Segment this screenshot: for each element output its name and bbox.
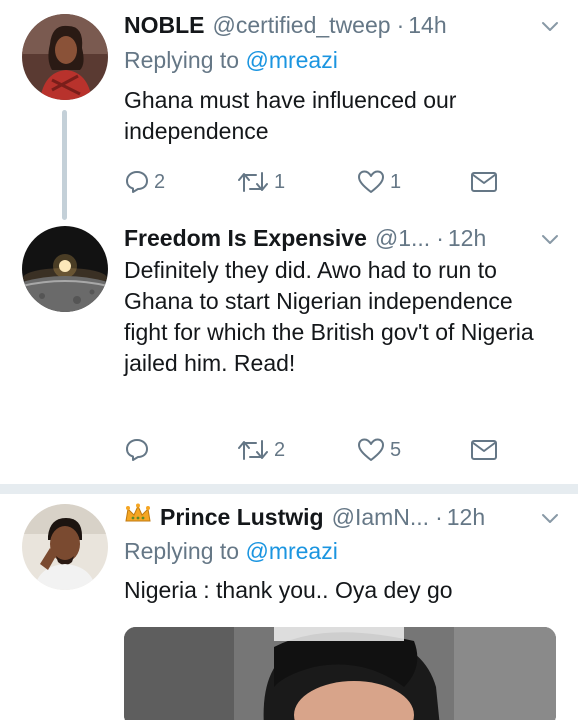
action-bar: 2 1 1 bbox=[124, 166, 504, 198]
replying-to: Replying to @mreazi bbox=[124, 538, 338, 565]
retweet-count: 1 bbox=[274, 170, 286, 193]
tweet-text: Nigeria : thank you.. Oya dey go bbox=[124, 577, 453, 603]
chevron-down-icon[interactable] bbox=[540, 508, 560, 528]
retweet-button[interactable]: 2 bbox=[236, 434, 285, 466]
reply-button[interactable] bbox=[124, 434, 150, 466]
tweet-text: Ghana must have influenced our independe… bbox=[124, 87, 457, 144]
thread-line bbox=[62, 110, 67, 220]
like-button[interactable]: 5 bbox=[356, 434, 401, 466]
user-handle[interactable]: @IamN... bbox=[332, 504, 429, 531]
like-icon bbox=[358, 170, 384, 193]
tweet-header: Prince Lustwig @IamN... · 12h bbox=[124, 500, 548, 534]
display-name[interactable]: Freedom Is Expensive bbox=[124, 225, 367, 252]
user-handle[interactable]: @1... bbox=[375, 225, 430, 252]
display-name[interactable]: NOBLE bbox=[124, 12, 205, 39]
tweet-header: NOBLE @certified_tweep · 14h bbox=[124, 8, 548, 42]
tweet-text: Definitely they did. Awo had to run to G… bbox=[124, 257, 534, 376]
timestamp[interactable]: 12h bbox=[448, 225, 486, 252]
crown-icon bbox=[124, 503, 152, 531]
display-name[interactable]: Prince Lustwig bbox=[160, 504, 324, 531]
mention-link[interactable]: @mreazi bbox=[245, 47, 337, 73]
replying-prefix: Replying to bbox=[124, 538, 240, 564]
avatar[interactable] bbox=[22, 504, 108, 590]
separator-dot: · bbox=[396, 11, 405, 38]
user-handle[interactable]: @certified_tweep bbox=[213, 12, 391, 39]
tweet-header: Freedom Is Expensive @1... · 12h bbox=[124, 221, 548, 255]
dm-icon bbox=[471, 172, 497, 192]
dm-button[interactable] bbox=[470, 434, 498, 466]
divider bbox=[0, 484, 578, 494]
avatar[interactable] bbox=[22, 226, 108, 312]
reply-icon bbox=[126, 439, 148, 461]
action-bar: 2 5 bbox=[124, 434, 504, 466]
dm-button[interactable] bbox=[470, 166, 498, 198]
avatar[interactable] bbox=[22, 14, 108, 100]
like-count: 1 bbox=[390, 170, 402, 193]
timestamp[interactable]: 12h bbox=[447, 504, 485, 531]
replying-prefix: Replying to bbox=[124, 47, 240, 73]
retweet-button[interactable]: 1 bbox=[236, 166, 285, 198]
replying-to: Replying to @mreazi bbox=[124, 47, 338, 74]
like-count: 5 bbox=[390, 438, 402, 461]
retweet-icon bbox=[238, 172, 268, 192]
retweet-count: 2 bbox=[274, 438, 286, 461]
chevron-down-icon[interactable] bbox=[540, 16, 560, 36]
separator-dot: · bbox=[435, 503, 443, 530]
media-image[interactable] bbox=[124, 627, 556, 720]
chevron-down-icon[interactable] bbox=[540, 229, 560, 249]
mention-link[interactable]: @mreazi bbox=[245, 538, 337, 564]
reply-button[interactable]: 2 bbox=[124, 166, 165, 198]
separator-dot: · bbox=[436, 224, 444, 251]
like-icon bbox=[358, 438, 384, 461]
like-button[interactable]: 1 bbox=[356, 166, 401, 198]
reply-icon bbox=[126, 171, 148, 193]
reply-count: 2 bbox=[154, 170, 166, 193]
retweet-icon bbox=[238, 440, 268, 460]
dm-icon bbox=[471, 440, 497, 460]
timestamp[interactable]: 14h bbox=[408, 12, 446, 39]
